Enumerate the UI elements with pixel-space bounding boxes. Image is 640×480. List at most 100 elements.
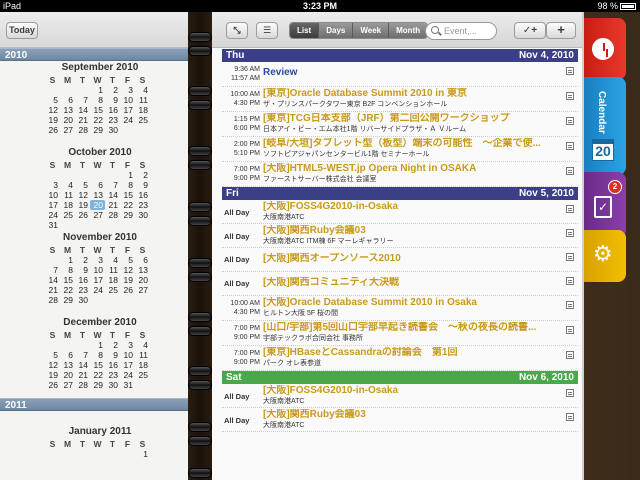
tab-month[interactable]: Month	[388, 23, 428, 38]
tab-days[interactable]: Days	[318, 23, 353, 38]
add-event-button[interactable]: +	[546, 22, 576, 39]
calendar-day[interactable]: 6	[135, 255, 150, 265]
calendar-day[interactable]: 11	[60, 190, 75, 200]
event-row[interactable]: 10:00 AM 4:30 PM [東京]Oracle Database Summi…	[222, 87, 578, 112]
calendar-day[interactable]: 16	[105, 105, 120, 115]
calendar-day[interactable]: 28	[75, 380, 90, 390]
calendar-day[interactable]: 21	[105, 200, 120, 210]
calendar-day[interactable]: 1	[135, 449, 150, 459]
calendar-day[interactable]: 30	[135, 210, 150, 220]
calendar-day[interactable]: 7	[45, 265, 60, 275]
calendar-day[interactable]: 10	[120, 350, 135, 360]
event-row[interactable]: 7:00 PM 9:00 PM [東京]HBaseとCassandraの討論会 第1…	[222, 346, 578, 371]
calendar-day[interactable]: 20	[90, 200, 105, 210]
calendar-day[interactable]: 8	[60, 265, 75, 275]
calendar-day[interactable]: 27	[60, 125, 75, 135]
calendar-day[interactable]: 4	[60, 180, 75, 190]
calendar-day[interactable]: 24	[120, 115, 135, 125]
calendar-day[interactable]: 4	[135, 85, 150, 95]
calendar-day[interactable]: 13	[90, 190, 105, 200]
calendar-day[interactable]: 17	[120, 105, 135, 115]
calendar-day[interactable]: 13	[135, 265, 150, 275]
calendar-day[interactable]: 14	[105, 190, 120, 200]
event-row[interactable]: 7:00 PM 9:00 PM [山口/宇部]第5回山口宇部早起き読書会 ～秋の夜長…	[222, 321, 578, 346]
calendar-day[interactable]: 27	[60, 380, 75, 390]
calendar-day[interactable]: 8	[90, 350, 105, 360]
calendar-day[interactable]: 23	[135, 200, 150, 210]
calendar-day[interactable]: 7	[105, 180, 120, 190]
calendar-day[interactable]: 19	[120, 275, 135, 285]
filter-button[interactable]: ☰	[256, 22, 278, 39]
calendar-day[interactable]: 16	[105, 360, 120, 370]
calendar-day[interactable]: 5	[45, 350, 60, 360]
calendar-day[interactable]: 23	[105, 370, 120, 380]
calendar-day[interactable]: 14	[75, 360, 90, 370]
calendar-day[interactable]: 11	[105, 265, 120, 275]
calendar-day[interactable]: 19	[45, 115, 60, 125]
calendar-day[interactable]: 3	[45, 180, 60, 190]
calendar-day[interactable]: 13	[60, 105, 75, 115]
calendar-day[interactable]: 26	[45, 125, 60, 135]
calendar-day[interactable]: 26	[120, 285, 135, 295]
calendar-day[interactable]: 21	[45, 285, 60, 295]
calendar-day[interactable]: 28	[45, 295, 60, 305]
calendar-day[interactable]: 4	[105, 255, 120, 265]
calendar-day[interactable]: 14	[45, 275, 60, 285]
tab-settings[interactable]: ⚙	[584, 230, 626, 282]
calendar-day[interactable]: 2	[135, 170, 150, 180]
calendar-day[interactable]: 10	[120, 95, 135, 105]
calendar-day[interactable]: 15	[60, 275, 75, 285]
today-button[interactable]: Today	[6, 22, 38, 39]
event-row[interactable]: 9:36 AM 11:57 AM Review	[222, 62, 578, 87]
calendar-day[interactable]: 15	[90, 105, 105, 115]
calendar-day[interactable]: 5	[75, 180, 90, 190]
calendar-day[interactable]: 20	[135, 275, 150, 285]
calendar-day[interactable]: 12	[75, 190, 90, 200]
calendar-day[interactable]: 17	[120, 360, 135, 370]
calendar-day[interactable]: 30	[105, 125, 120, 135]
calendar-day[interactable]: 24	[90, 285, 105, 295]
calendar-day[interactable]: 31	[120, 380, 135, 390]
calendar-day[interactable]: 27	[135, 285, 150, 295]
expand-button[interactable]: ⤡	[226, 22, 248, 39]
event-row[interactable]: All Day [大阪]関西Ruby会議03 大阪南港ATC ITM棟 6F マーレ…	[222, 224, 578, 248]
event-row[interactable]: All Day [大阪]FOSS4G2010-in-Osaka 大阪南港ATC	[222, 200, 578, 224]
calendar-day[interactable]: 26	[75, 210, 90, 220]
calendar-day[interactable]: 3	[120, 340, 135, 350]
calendar-day[interactable]: 1	[60, 255, 75, 265]
tab-tasks[interactable]: ✓ 2	[584, 172, 626, 238]
calendar-day[interactable]: 18	[60, 200, 75, 210]
calendar-day[interactable]: 9	[105, 95, 120, 105]
calendar-day[interactable]: 29	[60, 295, 75, 305]
calendar-day[interactable]: 22	[90, 370, 105, 380]
calendar-day[interactable]: 2	[75, 255, 90, 265]
calendar-day[interactable]: 13	[60, 360, 75, 370]
search-field[interactable]: Event,...	[425, 22, 497, 40]
event-row[interactable]: All Day [大阪]関西Ruby会議03 大阪南港ATC	[222, 408, 578, 432]
calendar-day[interactable]: 15	[120, 190, 135, 200]
event-row[interactable]: All Day [大阪]FOSS4G2010-in-Osaka 大阪南港ATC	[222, 384, 578, 408]
calendar-day[interactable]: 17	[90, 275, 105, 285]
calendar-day[interactable]: 28	[75, 125, 90, 135]
calendar-day[interactable]: 7	[75, 350, 90, 360]
calendar-day[interactable]: 5	[120, 255, 135, 265]
calendar-day[interactable]: 12	[45, 360, 60, 370]
calendar-day[interactable]: 29	[120, 210, 135, 220]
event-row[interactable]: All Day [大阪]関西コミュニティ大決戦	[222, 272, 578, 296]
calendar-day[interactable]: 24	[120, 370, 135, 380]
calendar-day[interactable]: 23	[105, 115, 120, 125]
calendar-day[interactable]: 25	[105, 285, 120, 295]
calendar-day[interactable]: 4	[135, 340, 150, 350]
calendar-day[interactable]: 29	[90, 125, 105, 135]
new-task-button[interactable]: ✓+	[514, 22, 546, 39]
calendar-day[interactable]: 1	[120, 170, 135, 180]
calendar-day[interactable]: 21	[75, 370, 90, 380]
calendar-day[interactable]: 29	[90, 380, 105, 390]
tab-calendar[interactable]: Calendar 20	[584, 77, 626, 175]
calendar-day[interactable]: 15	[90, 360, 105, 370]
calendar-day[interactable]: 3	[90, 255, 105, 265]
calendar-day[interactable]: 12	[120, 265, 135, 275]
calendar-day[interactable]: 10	[45, 190, 60, 200]
event-row[interactable]: All Day [大阪]関西オープンソース2010	[222, 248, 578, 272]
calendar-day[interactable]: 8	[90, 95, 105, 105]
